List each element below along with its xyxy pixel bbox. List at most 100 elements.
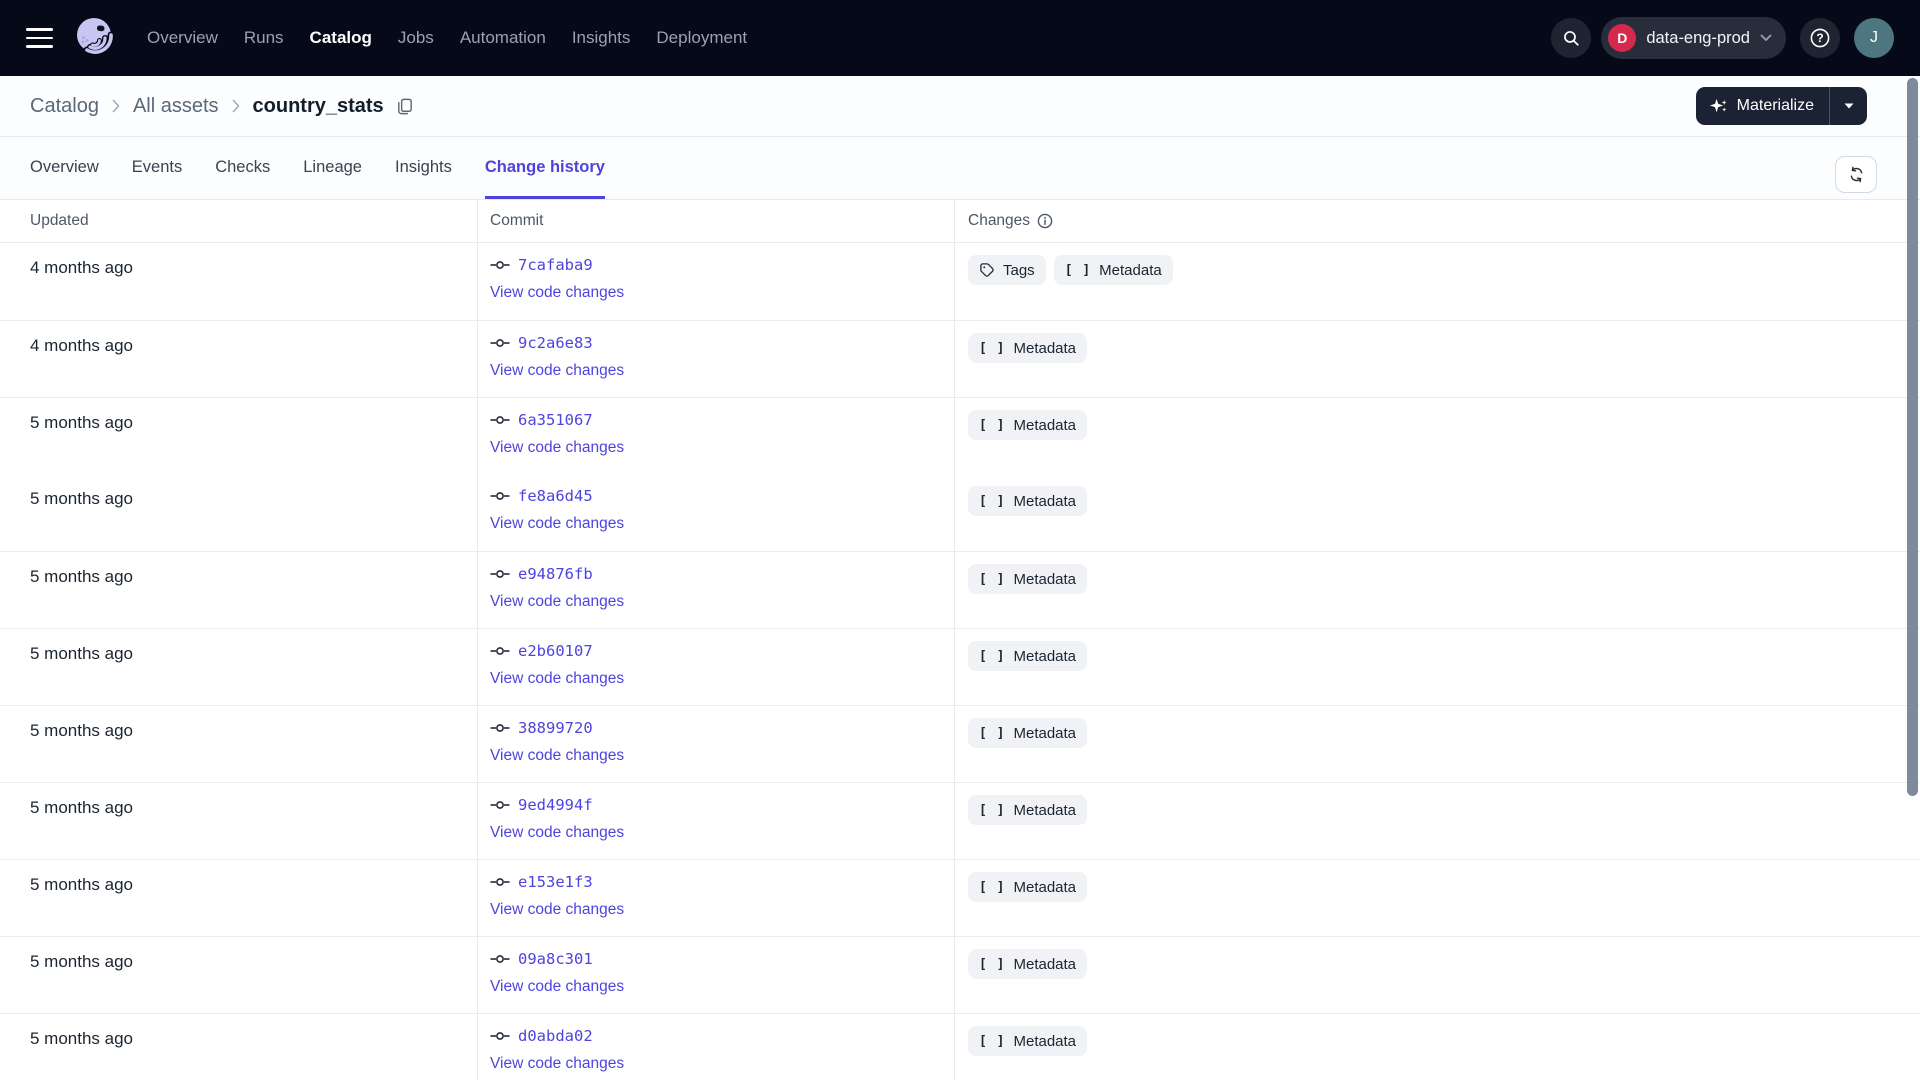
materialize-dropdown-button[interactable] — [1830, 87, 1867, 125]
table-row: 5 months ago 6a351067 View code changes … — [0, 397, 1920, 474]
view-code-changes-link[interactable]: View code changes — [490, 1055, 624, 1073]
help-button[interactable]: ? — [1800, 18, 1840, 58]
commit-cell: 38899720 View code changes — [477, 706, 954, 782]
commit-hash-link[interactable]: d0abda02 — [518, 1027, 593, 1045]
commit-hash-link[interactable]: e153e1f3 — [518, 873, 593, 891]
nav-item-insights[interactable]: Insights — [572, 28, 631, 48]
user-avatar[interactable]: J — [1854, 18, 1894, 58]
nav-item-automation[interactable]: Automation — [460, 28, 546, 48]
commit-hash-link[interactable]: 9c2a6e83 — [518, 334, 593, 352]
view-code-changes-link[interactable]: View code changes — [490, 824, 624, 842]
materialize-label: Materialize — [1736, 97, 1814, 114]
tab-lineage[interactable]: Lineage — [303, 137, 362, 199]
copy-asset-name-button[interactable] — [395, 97, 414, 116]
changes-cell: [ ] Metadata — [954, 629, 1920, 705]
nav-item-runs[interactable]: Runs — [244, 28, 284, 48]
search-button[interactable] — [1551, 18, 1592, 58]
brackets-icon: [ ] — [979, 417, 1006, 433]
commit-hash-link[interactable]: e2b60107 — [518, 642, 593, 660]
changes-cell: [ ] Metadata — [954, 783, 1920, 859]
refresh-button[interactable] — [1835, 156, 1877, 193]
copy-icon — [397, 98, 412, 114]
badge-label: Metadata — [1013, 1032, 1077, 1050]
table-rows: 4 months ago 7cafaba9 View code changes … — [0, 243, 1920, 1080]
nav-item-overview[interactable]: Overview — [147, 28, 218, 48]
commit-cell: e2b60107 View code changes — [477, 629, 954, 705]
view-code-changes-link[interactable]: View code changes — [490, 670, 624, 688]
nav-item-deployment[interactable]: Deployment — [656, 28, 747, 48]
change-badge-metadata: [ ] Metadata — [968, 333, 1088, 363]
commit-cell: d0abda02 View code changes — [477, 1014, 954, 1080]
nav-item-catalog[interactable]: Catalog — [310, 28, 372, 48]
column-header-updated: Updated — [30, 212, 89, 229]
change-badge-metadata: [ ] Metadata — [968, 949, 1088, 979]
caret-down-icon — [1844, 103, 1853, 109]
commit-cell: 6a351067 View code changes — [477, 398, 954, 474]
tab-checks[interactable]: Checks — [215, 137, 270, 199]
column-header-commit: Commit — [490, 212, 544, 229]
commit-hash-link[interactable]: e94876fb — [518, 565, 593, 583]
commit-icon — [490, 955, 510, 963]
table-row: 5 months ago e94876fb View code changes … — [0, 551, 1920, 628]
badge-label: Metadata — [1099, 261, 1162, 279]
commit-icon — [490, 801, 510, 809]
view-code-changes-link[interactable]: View code changes — [490, 747, 624, 765]
tab-overview[interactable]: Overview — [30, 137, 99, 199]
table-row: 5 months ago fe8a6d45 View code changes … — [0, 474, 1920, 551]
breadcrumb-chevron-icon — [232, 99, 240, 113]
view-code-changes-link[interactable]: View code changes — [490, 439, 624, 457]
view-code-changes-link[interactable]: View code changes — [490, 593, 624, 611]
commit-icon — [490, 416, 510, 424]
dagster-logo-icon[interactable] — [71, 14, 119, 62]
change-badge-metadata: [ ] Metadata — [968, 641, 1088, 671]
commit-hash-link[interactable]: 09a8c301 — [518, 950, 593, 968]
refresh-icon — [1850, 166, 1862, 183]
updated-cell: 5 months ago — [30, 489, 134, 508]
table-row: 5 months ago 38899720 View code changes … — [0, 705, 1920, 782]
updated-cell: 4 months ago — [30, 336, 134, 355]
commit-hash-link[interactable]: 38899720 — [518, 719, 593, 737]
commit-hash-link[interactable]: 7cafaba9 — [518, 256, 593, 274]
column-divider — [954, 200, 955, 1080]
view-code-changes-link[interactable]: View code changes — [490, 284, 624, 302]
view-code-changes-link[interactable]: View code changes — [490, 515, 624, 533]
changes-header-label: Changes — [968, 212, 1031, 229]
tab-events[interactable]: Events — [132, 137, 182, 199]
brackets-icon: [ ] — [979, 340, 1006, 356]
commit-cell: e153e1f3 View code changes — [477, 860, 954, 936]
commit-cell: e94876fb View code changes — [477, 552, 954, 628]
brackets-icon: [ ] — [979, 802, 1006, 818]
tab-change-history[interactable]: Change history — [484, 137, 605, 199]
breadcrumb-chevron-icon — [112, 99, 120, 113]
commit-hash-link[interactable]: 9ed4994f — [518, 796, 593, 814]
asset-name: country_stats — [252, 94, 384, 117]
workspace-switcher[interactable]: D data-eng-prod — [1601, 17, 1786, 59]
badge-label: Metadata — [1013, 878, 1077, 896]
vertical-scrollbar[interactable] — [1907, 78, 1918, 796]
tab-insights[interactable]: Insights — [395, 137, 452, 199]
workspace-name: data-eng-prod — [1646, 28, 1750, 47]
view-code-changes-link[interactable]: View code changes — [490, 978, 624, 996]
table-row: 5 months ago e153e1f3 View code changes … — [0, 859, 1920, 936]
change-badge-metadata: [ ] Metadata — [968, 564, 1088, 594]
changes-cell: [ ] Metadata — [954, 1014, 1920, 1080]
updated-cell: 5 months ago — [30, 721, 134, 740]
view-code-changes-link[interactable]: View code changes — [490, 901, 624, 919]
materialize-button[interactable]: Materialize — [1696, 87, 1829, 125]
nav-item-jobs[interactable]: Jobs — [398, 28, 434, 48]
view-code-changes-link[interactable]: View code changes — [490, 362, 624, 380]
table-row: 5 months ago d0abda02 View code changes … — [0, 1013, 1920, 1080]
info-icon[interactable] — [1037, 213, 1053, 229]
changes-cell: [ ] Metadata — [954, 860, 1920, 936]
commit-cell: fe8a6d45 View code changes — [477, 474, 954, 551]
breadcrumb-all-assets[interactable]: All assets — [133, 95, 219, 118]
svg-text:?: ? — [1816, 31, 1823, 45]
commit-hash-link[interactable]: fe8a6d45 — [518, 487, 593, 505]
changes-cell: [ ] Metadata — [954, 321, 1920, 397]
updated-cell: 5 months ago — [30, 875, 134, 894]
breadcrumb-catalog[interactable]: Catalog — [30, 95, 99, 118]
brackets-icon: [ ] — [979, 879, 1006, 895]
commit-hash-link[interactable]: 6a351067 — [518, 411, 593, 429]
menu-icon[interactable] — [26, 28, 53, 48]
table-row: 4 months ago 7cafaba9 View code changes … — [0, 243, 1920, 320]
